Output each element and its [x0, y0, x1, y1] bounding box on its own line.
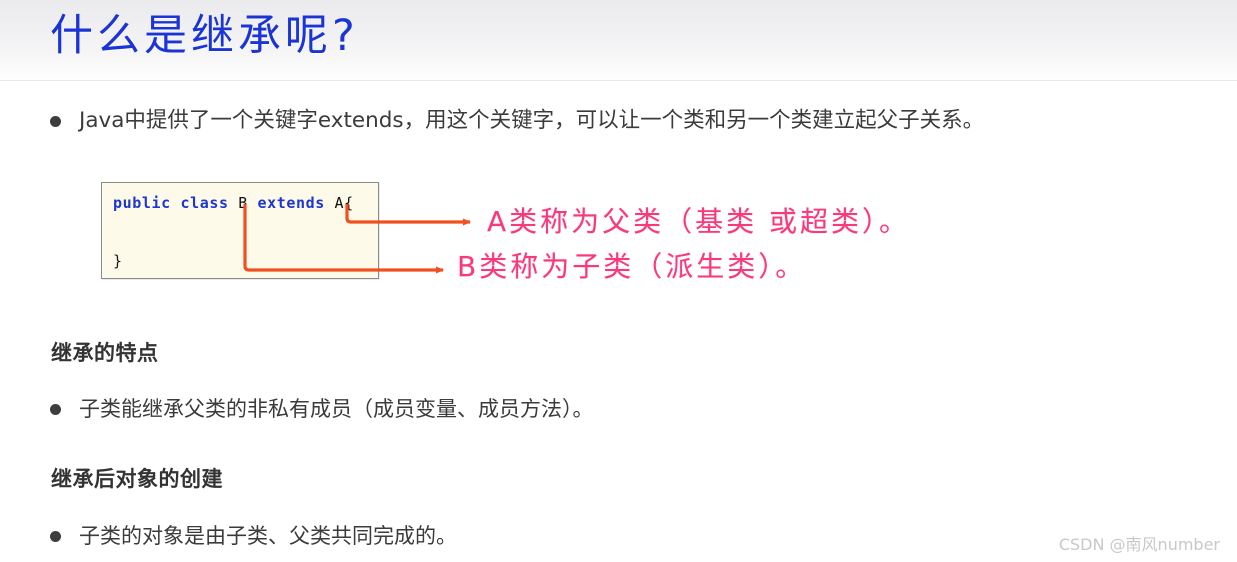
code-line-1: public class B extends A{ — [113, 193, 354, 213]
code-space-1 — [171, 194, 181, 212]
code-keyword-class: class — [180, 194, 229, 212]
bullet-text-creation: 子类的对象是由子类、父类共同完成的。 — [79, 524, 457, 548]
bullet-dot-icon — [50, 404, 61, 415]
annotation-parent-class: A类称为父类（基类 或超类）。 — [487, 205, 911, 238]
bullet-text-feature: 子类能继承父类的非私有成员（成员变量、成员方法）。 — [79, 397, 594, 421]
slide-canvas: 什么是继承呢? Java中提供了一个关键字extends，用这个关键字，可以让一… — [0, 0, 1237, 562]
section-heading-features: 继承的特点 — [51, 341, 159, 365]
code-identifier-b: B — [228, 194, 258, 212]
bullet-item-creation: 子类的对象是由子类、父类共同完成的。 — [50, 521, 457, 551]
bullet-item-intro: Java中提供了一个关键字extends，用这个关键字，可以让一个类和另一个类建… — [50, 106, 984, 136]
bullet-text-intro: Java中提供了一个关键字extends，用这个关键字，可以让一个类和另一个类建… — [79, 108, 985, 133]
page-title: 什么是继承呢? — [50, 11, 359, 61]
bullet-dot-icon — [50, 531, 61, 542]
watermark: CSDN @南风number — [1058, 535, 1220, 554]
code-keyword-public: public — [113, 194, 171, 212]
code-block: public class B extends A{ } — [101, 182, 379, 279]
annotation-child-class: B类称为子类（派生类）。 — [457, 250, 807, 283]
header-divider — [0, 80, 1237, 81]
bullet-item-feature: 子类能继承父类的非私有成员（成员变量、成员方法）。 — [50, 394, 594, 424]
bullet-dot-icon — [50, 116, 61, 127]
code-keyword-extends: extends — [257, 194, 325, 212]
section-heading-creation: 继承后对象的创建 — [51, 467, 223, 491]
code-line-2: } — [113, 252, 123, 270]
code-identifier-a: A{ — [324, 194, 354, 212]
